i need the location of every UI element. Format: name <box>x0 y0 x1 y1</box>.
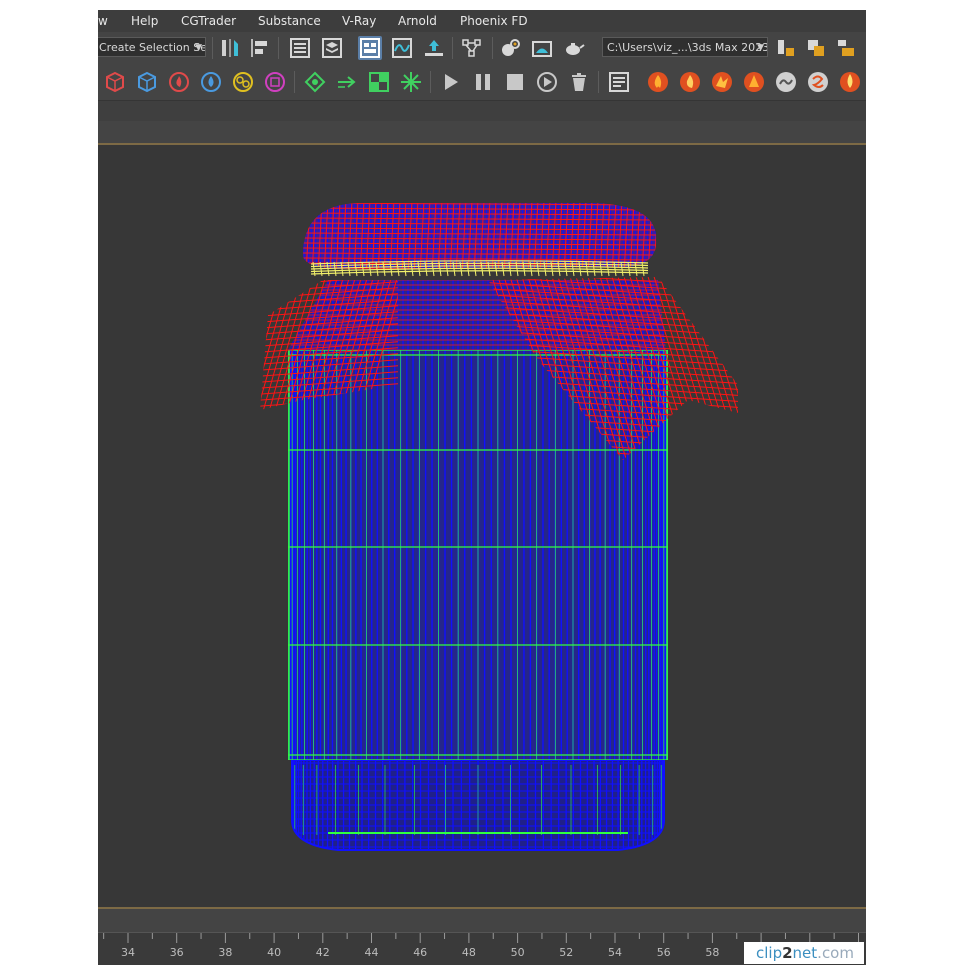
project-path-dropdown[interactable]: C:\Users\viz_...\3ds Max 2023 ▼ <box>602 37 768 57</box>
toolbar-separator <box>294 71 295 93</box>
selection-set-value: Create Selection Se <box>99 41 206 54</box>
align-icon[interactable] <box>248 36 272 60</box>
toolbar-separator <box>492 37 493 59</box>
toolbar-separator <box>452 37 453 59</box>
timeline-tick-label: 52 <box>559 946 574 959</box>
timeline-tick-label: 48 <box>461 946 476 959</box>
watermark-logo: clip2net.com <box>744 942 864 964</box>
burst-icon[interactable] <box>399 70 423 94</box>
burning-icon[interactable] <box>742 70 766 94</box>
explosion-icon[interactable] <box>710 70 734 94</box>
app-window: w Help CGTrader Substance V-Ray Arnold P… <box>98 10 866 965</box>
menu-bar: w Help CGTrader Substance V-Ray Arnold P… <box>98 10 866 32</box>
liquid-source-icon[interactable] <box>199 70 223 94</box>
proxy-box-icon[interactable] <box>135 70 159 94</box>
chevron-down-icon: ▼ <box>757 43 764 53</box>
pause-icon[interactable] <box>471 70 495 94</box>
toolbar-separator <box>430 71 431 93</box>
timeline-tick-label: 40 <box>267 946 282 959</box>
toolbar-separator <box>278 37 279 59</box>
force-arrow-icon[interactable] <box>335 70 359 94</box>
viewport-front[interactable] <box>98 143 866 909</box>
candle-flame-icon[interactable] <box>838 70 862 94</box>
timeline-tick-label: 56 <box>656 946 671 959</box>
menu-item-substance[interactable]: Substance <box>258 10 321 32</box>
ribbon-strip <box>98 100 866 121</box>
schematic-view-icon[interactable] <box>460 36 484 60</box>
timeline-tick-label: 54 <box>608 946 622 959</box>
mirror-icon[interactable] <box>218 36 242 60</box>
particle-icon[interactable] <box>231 70 255 94</box>
timeline-tick-label: 36 <box>169 946 184 959</box>
chevron-down-icon: ▼ <box>195 43 202 53</box>
ribbon-toggle-icon[interactable] <box>358 36 382 60</box>
fire-source-icon[interactable] <box>167 70 191 94</box>
play-icon[interactable] <box>439 70 463 94</box>
menu-item-arnold[interactable]: Arnold <box>398 10 437 32</box>
trash-icon[interactable] <box>567 70 591 94</box>
swirl-icon[interactable] <box>806 70 830 94</box>
list-icon[interactable] <box>607 70 631 94</box>
simulator-icon[interactable] <box>303 70 327 94</box>
timeline-tick-label: 58 <box>705 946 720 959</box>
material-editor-icon[interactable] <box>498 36 522 60</box>
smoke-icon[interactable] <box>774 70 798 94</box>
dope-sheet-icon[interactable] <box>422 36 446 60</box>
project-path-value: C:\Users\viz_...\3ds Max 2023 <box>607 41 768 54</box>
curve-editor-icon[interactable] <box>390 36 414 60</box>
resume-icon[interactable] <box>535 70 559 94</box>
layer-explorer-icon[interactable] <box>320 36 344 60</box>
timeline-tick-label: 46 <box>413 946 428 959</box>
render-teapot-icon[interactable] <box>562 36 586 60</box>
timeline-tick-label: 50 <box>510 946 525 959</box>
timeline-tick-label: 44 <box>364 946 379 959</box>
foam-icon[interactable] <box>263 70 287 94</box>
wireframe-jar-model <box>260 203 738 851</box>
project-settings-icon[interactable] <box>774 36 798 60</box>
menu-item-phoenix-fd[interactable]: Phoenix FD <box>460 10 528 32</box>
menu-item-view[interactable]: w <box>98 10 108 32</box>
project-manager-icon[interactable] <box>834 36 858 60</box>
project-folder-icon[interactable] <box>804 36 828 60</box>
toolbar-separator <box>598 71 599 93</box>
grid-cells-icon[interactable] <box>367 70 391 94</box>
menu-item-cgtrader[interactable]: CGTrader <box>181 10 236 32</box>
plugin-toolbar <box>98 65 866 99</box>
selection-set-dropdown[interactable]: Create Selection Se ▼ <box>98 37 206 57</box>
box-icon[interactable] <box>103 70 127 94</box>
scene-explorer-icon[interactable] <box>288 36 312 60</box>
fire-preset-icon[interactable] <box>678 70 702 94</box>
render-setup-icon[interactable] <box>530 36 554 60</box>
main-toolbar: Create Selection Se ▼ C:\Users\viz_...\3… <box>98 32 866 64</box>
toolbar-separator <box>212 37 213 59</box>
timeline-tick-label: 38 <box>218 946 233 959</box>
fire-icon[interactable] <box>646 70 670 94</box>
menu-item-help[interactable]: Help <box>131 10 158 32</box>
timeline-tick-label: 42 <box>315 946 330 959</box>
menu-item-vray[interactable]: V-Ray <box>342 10 376 32</box>
stop-icon[interactable] <box>503 70 527 94</box>
timeline-tick-label: 34 <box>121 946 135 959</box>
